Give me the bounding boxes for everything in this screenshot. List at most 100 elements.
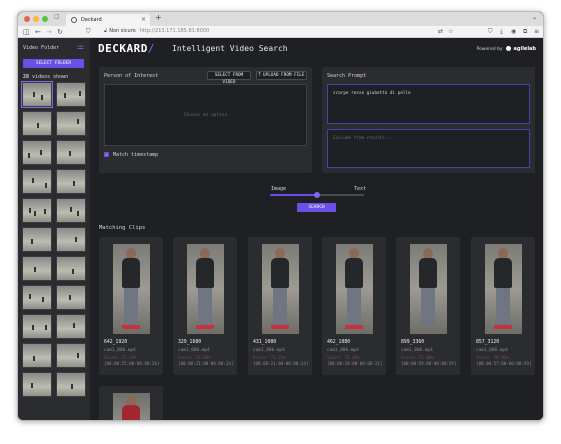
clip-score: Score: 71.22%: [253, 355, 286, 360]
select-folder-button[interactable]: SELECT FOLDER: [23, 59, 84, 68]
video-thumbnail[interactable]: [22, 169, 52, 194]
address-bar[interactable]: 🔓︎ Non sicuro http://213.171.185.81:8000: [104, 27, 470, 36]
weight-slider-handle[interactable]: [314, 192, 320, 198]
clip-card[interactable]: 462_1080 cam1_000.mp4 Score: 71.05% [00:00:…: [322, 237, 386, 375]
tab-list-chevron-icon[interactable]: ⌄: [532, 14, 537, 21]
slider-left-label: Image: [271, 186, 287, 192]
video-thumbnail[interactable]: [56, 140, 86, 165]
weight-slider-fill: [270, 194, 317, 196]
video-thumbnail[interactable]: [22, 227, 52, 252]
video-thumbnail[interactable]: [22, 256, 52, 281]
videos-count-suffix: videos shown: [32, 74, 69, 80]
clip-time: [00:00:19:00-00:00:21]: [327, 361, 383, 366]
person-image-dropzone[interactable]: Choose an option: [104, 84, 307, 146]
close-tab-icon[interactable]: ×: [141, 14, 146, 26]
shield-icon[interactable]: ⛉: [86, 27, 91, 37]
video-thumbnail[interactable]: [22, 285, 52, 310]
match-timestamp-checkbox[interactable]: ✓: [104, 152, 109, 157]
clip-score: Score: 70.86%: [178, 355, 211, 360]
upload-from-file-button[interactable]: ⤒ UPLOAD FROM FILE: [256, 71, 307, 80]
clip-file: cam1_000.mp4: [178, 348, 210, 353]
sidebar-toggle-icon[interactable]: ◫: [23, 27, 30, 37]
reload-button[interactable]: ↻: [57, 27, 63, 37]
video-thumbnail[interactable]: [56, 372, 86, 397]
extensions-icon[interactable]: ⧉: [523, 27, 527, 37]
video-thumbnail[interactable]: [22, 314, 52, 339]
video-thumbnail[interactable]: [21, 81, 53, 108]
minimize-window-button[interactable]: [33, 16, 39, 22]
person-legs: [273, 288, 287, 326]
video-thumbnail[interactable]: [56, 343, 86, 368]
clip-file: cam1_000.mp4: [401, 348, 433, 353]
video-thumbnail[interactable]: [22, 343, 52, 368]
video-folder-sidebar: Video Folder ⚌ SELECT FOLDER 28 videos s…: [18, 38, 90, 420]
clip-time: [00:00:59:00-00:00:59]: [401, 361, 457, 366]
clip-id: 642_1920: [104, 340, 128, 345]
clip-card[interactable]: 431_1080 cam1_000.mp4 Score: 71.22% [00:00:…: [248, 237, 312, 375]
maximize-window-button[interactable]: [42, 16, 48, 22]
video-thumbnail[interactable]: [22, 198, 52, 223]
tab-overview-icon[interactable]: ▢: [54, 12, 60, 22]
powered-by-brand: agilelab: [513, 46, 536, 52]
close-window-button[interactable]: [24, 16, 30, 22]
person-jacket: [271, 258, 289, 288]
clip-card[interactable]: 329_1680 cam1_000.mp4 Score: 70.86% [00:00:…: [173, 237, 237, 375]
clip-file: cam1_000.mp4: [253, 348, 285, 353]
video-thumbnail[interactable]: [22, 111, 52, 136]
video-thumbnail[interactable]: [56, 82, 86, 107]
clip-thumbnail: [262, 244, 299, 334]
clip-file: cam1_000.mp4: [327, 348, 359, 353]
clip-file: cam1_000.mp4: [104, 348, 136, 353]
person-panel-title: Person of Interest: [104, 73, 159, 79]
person-legs: [124, 288, 138, 326]
clip-card[interactable]: [99, 386, 163, 420]
person-shoes: [271, 325, 289, 329]
video-thumbnail[interactable]: [22, 372, 52, 397]
clip-score: Score: 71.00%: [401, 355, 434, 360]
search-prompt-input[interactable]: scarpe rosse giubotto di pelle: [327, 84, 530, 124]
person-legs: [347, 288, 361, 326]
app-header: DECKARD/ Intelligent Video Search Powere…: [90, 38, 543, 62]
bookmark-star-icon[interactable]: ☆: [448, 27, 453, 37]
back-button[interactable]: ←: [35, 27, 41, 37]
video-thumbnail[interactable]: [56, 256, 86, 281]
clip-time: [00:00:25:00-00:00:26]: [104, 361, 160, 366]
sidebar-menu-icon[interactable]: ⚌: [77, 42, 84, 51]
forward-button[interactable]: →: [46, 27, 52, 37]
clip-time: [00:00:21:00-00:00:24]: [253, 361, 309, 366]
agilelab-logo-icon: [505, 46, 511, 51]
new-tab-button[interactable]: +: [155, 13, 162, 22]
browser-tab[interactable]: Deckard ×: [66, 14, 150, 26]
clip-thumbnail: [187, 244, 224, 334]
download-icon[interactable]: ⤓: [500, 27, 503, 37]
clip-thumbnail: [410, 244, 447, 334]
extensions-shield-icon[interactable]: ⛉: [488, 27, 493, 37]
video-thumbnail[interactable]: [56, 111, 86, 136]
search-button[interactable]: SEARCH: [297, 203, 336, 212]
video-thumbnail[interactable]: [56, 227, 86, 252]
clip-card[interactable]: 857_3120 cam1_000.mp4 Score: 70.93% [00:00:…: [471, 237, 535, 375]
clip-time: [00:00:57:00-00:00:59]: [476, 361, 532, 366]
exclude-input[interactable]: Exclude from results...: [327, 129, 530, 168]
video-thumbnail[interactable]: [56, 169, 86, 194]
browser-window: ▢ Deckard × + ⌄ ◫ ← → ↻ ⛉ 🔓︎ Non sicuro ht…: [17, 11, 544, 421]
app-subtitle: Intelligent Video Search: [172, 44, 288, 53]
video-thumbnail[interactable]: [56, 285, 86, 310]
person-jacket: [345, 258, 363, 288]
select-from-video-button[interactable]: SELECT FROM VIDEO: [207, 71, 251, 85]
video-thumbnail[interactable]: [22, 140, 52, 165]
account-icon[interactable]: ◉: [511, 27, 516, 37]
clip-card[interactable]: 642_1920 cam1_000.mp4 Score: 71.43% [00:00:…: [99, 237, 163, 375]
clip-id: 857_3120: [476, 340, 500, 345]
slider-right-label: Text: [354, 186, 367, 192]
clip-file: cam1_000.mp4: [476, 348, 508, 353]
menu-icon[interactable]: ≡: [534, 27, 539, 37]
clip-card[interactable]: 899_3360 cam1_000.mp4 Score: 71.00% [00:00:…: [396, 237, 460, 375]
translate-icon[interactable]: ⇄: [438, 27, 443, 37]
video-thumbnail[interactable]: [56, 314, 86, 339]
person-shoes: [345, 325, 363, 329]
video-thumbnail[interactable]: [56, 198, 86, 223]
person-shoes: [494, 325, 512, 329]
person-jacket: [122, 258, 140, 288]
url-text: http://213.171.185.81:8000: [139, 28, 210, 34]
